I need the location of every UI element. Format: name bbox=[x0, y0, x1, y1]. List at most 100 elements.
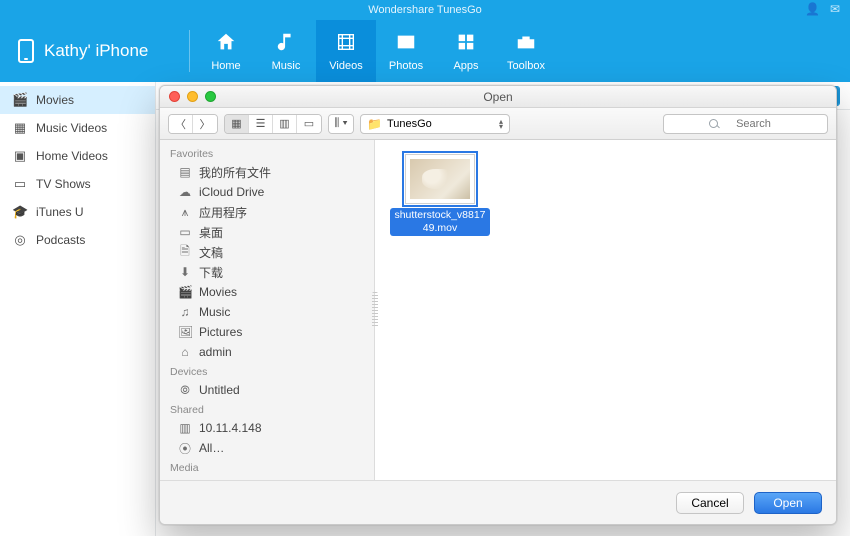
forward-button[interactable]: 〉 bbox=[193, 115, 217, 133]
account-icon[interactable]: 👤 bbox=[805, 2, 820, 16]
group-label: Devices bbox=[160, 362, 374, 380]
desktop-icon: ▭ bbox=[178, 225, 192, 239]
view-mode-segment: ▦ ☰ ▥ ▭ bbox=[224, 114, 322, 134]
fav-admin[interactable]: ⌂ admin bbox=[160, 342, 374, 362]
apps-icon bbox=[455, 31, 477, 57]
fav-downloads[interactable]: ⬇下载 bbox=[160, 262, 374, 282]
server-icon: ▥ bbox=[178, 421, 192, 435]
file-thumbnail bbox=[405, 154, 475, 204]
sidebar-item-label: Movies bbox=[36, 93, 74, 107]
open-file-dialog: Open 〈 〉 ▦ ☰ ▥ ▭ ⫼ ▾ 📁 TunesGo ▴▾ Favori… bbox=[159, 85, 837, 525]
home-icon bbox=[215, 31, 237, 57]
group-label: Shared bbox=[160, 400, 374, 418]
sidebar-item-label: Home Videos bbox=[36, 149, 108, 163]
shared-host[interactable]: ▥ 10.11.4.148 bbox=[160, 418, 374, 438]
category-sidebar: 🎬 Movies ▦ Music Videos ▣ Home Videos ▭ … bbox=[0, 82, 156, 536]
fav-music[interactable]: ♫Music bbox=[160, 302, 374, 322]
icon-view-button[interactable]: ▦ bbox=[225, 115, 249, 133]
column-view-button[interactable]: ▥ bbox=[273, 115, 297, 133]
dialog-sidebar: Favorites ▤我的所有文件 ☁iCloud Drive ⩚应用程序 ▭桌… bbox=[160, 140, 375, 480]
ds-label: 10.11.4.148 bbox=[199, 421, 262, 435]
window-close-button[interactable] bbox=[169, 91, 180, 102]
nav-back-forward: 〈 〉 bbox=[168, 114, 218, 134]
nav-toolbox[interactable]: Toolbox bbox=[496, 20, 556, 82]
file-item[interactable]: shutterstock_v881749.mov bbox=[390, 154, 490, 236]
fav-applications[interactable]: ⩚应用程序 bbox=[160, 202, 374, 222]
ds-label: admin bbox=[199, 345, 232, 359]
sidebar-item-tv-shows[interactable]: ▭ TV Shows bbox=[0, 170, 155, 198]
podcasts-icon: ◎ bbox=[12, 232, 28, 248]
app-titlebar: Wondershare TunesGo 👤 ✉ bbox=[0, 0, 850, 20]
feedback-icon[interactable]: ✉ bbox=[830, 2, 840, 16]
window-zoom-button[interactable] bbox=[205, 91, 216, 102]
cloud-icon: ☁ bbox=[178, 185, 192, 199]
ds-label: 文稿 bbox=[199, 244, 223, 261]
sidebar-item-music-videos[interactable]: ▦ Music Videos bbox=[0, 114, 155, 142]
path-dropdown[interactable]: 📁 TunesGo ▴▾ bbox=[360, 114, 510, 134]
network-icon: ⦿ bbox=[178, 440, 192, 457]
nav-label: Videos bbox=[329, 60, 362, 72]
device-name: Kathy' iPhone bbox=[44, 41, 148, 61]
nav-label: Photos bbox=[389, 60, 423, 72]
path-label: TunesGo bbox=[387, 118, 432, 130]
nav-photos[interactable]: Photos bbox=[376, 20, 436, 82]
nav-label: Home bbox=[211, 60, 240, 72]
device-untitled[interactable]: ⦾Untitled bbox=[160, 380, 374, 400]
home-folder-icon: ⌂ bbox=[178, 345, 192, 359]
fav-pictures[interactable]: 🖼 Pictures bbox=[160, 322, 374, 342]
group-label: Media bbox=[160, 458, 374, 476]
movies-icon: 🎬 bbox=[178, 285, 192, 299]
video-icon bbox=[335, 31, 357, 57]
sidebar-item-podcasts[interactable]: ◎ Podcasts bbox=[0, 226, 155, 254]
dialog-footer: Cancel Open bbox=[160, 480, 836, 524]
ds-label: Movies bbox=[199, 285, 237, 299]
dialog-search-input[interactable] bbox=[663, 114, 828, 134]
cancel-button[interactable]: Cancel bbox=[676, 492, 744, 514]
nav-label: Toolbox bbox=[507, 60, 545, 72]
pictures-icon: 🖼 bbox=[178, 325, 192, 339]
window-minimize-button[interactable] bbox=[187, 91, 198, 102]
device-selector[interactable]: Kathy' iPhone bbox=[18, 39, 183, 63]
sidebar-item-movies[interactable]: 🎬 Movies bbox=[0, 86, 155, 114]
file-browser-area[interactable]: shutterstock_v881749.mov bbox=[378, 140, 836, 480]
nav-videos[interactable]: Videos bbox=[316, 20, 376, 82]
ds-label: 我的所有文件 bbox=[199, 164, 271, 181]
fav-desktop[interactable]: ▭桌面 bbox=[160, 222, 374, 242]
tv-icon: ▭ bbox=[12, 176, 28, 192]
shared-all[interactable]: ⦿All… bbox=[160, 438, 374, 458]
nav-label: Music bbox=[272, 60, 301, 72]
photo-icon bbox=[395, 31, 417, 57]
main-toolbar: Kathy' iPhone Home Music Videos Photos A… bbox=[0, 20, 850, 82]
music-videos-icon: ▦ bbox=[12, 120, 28, 136]
music-icon bbox=[275, 31, 297, 57]
main-nav: Home Music Videos Photos Apps Toolbox bbox=[196, 20, 556, 82]
sidebar-item-itunes-u[interactable]: 🎓 iTunes U bbox=[0, 198, 155, 226]
fav-movies[interactable]: 🎬 Movies bbox=[160, 282, 374, 302]
coverflow-view-button[interactable]: ▭ bbox=[297, 115, 321, 133]
fav-all-my-files[interactable]: ▤ 我的所有文件 bbox=[160, 162, 374, 182]
downloads-icon: ⬇ bbox=[178, 265, 192, 279]
nav-home[interactable]: Home bbox=[196, 20, 256, 82]
movies-icon: 🎬 bbox=[12, 92, 28, 108]
nav-apps[interactable]: Apps bbox=[436, 20, 496, 82]
ds-label: 应用程序 bbox=[199, 204, 247, 221]
app-title: Wondershare TunesGo bbox=[368, 4, 482, 16]
all-files-icon: ▤ bbox=[178, 165, 192, 179]
folder-icon: 📁 bbox=[367, 117, 382, 131]
dialog-titlebar: Open bbox=[160, 86, 836, 108]
fav-documents[interactable]: 🗎文稿 bbox=[160, 242, 374, 262]
open-button[interactable]: Open bbox=[754, 492, 822, 514]
phone-icon bbox=[18, 39, 34, 63]
sidebar-item-home-videos[interactable]: ▣ Home Videos bbox=[0, 142, 155, 170]
ds-label: Music bbox=[199, 305, 230, 319]
nav-music[interactable]: Music bbox=[256, 20, 316, 82]
arrange-button[interactable]: ⫼ ▾ bbox=[329, 115, 353, 133]
ds-label: Pictures bbox=[199, 325, 242, 339]
fav-icloud[interactable]: ☁iCloud Drive bbox=[160, 182, 374, 202]
chevron-updown-icon: ▴▾ bbox=[499, 119, 503, 129]
back-button[interactable]: 〈 bbox=[169, 115, 193, 133]
itunesu-icon: 🎓 bbox=[12, 204, 28, 220]
ds-label: Untitled bbox=[199, 383, 240, 397]
toolbox-icon bbox=[515, 31, 537, 57]
list-view-button[interactable]: ☰ bbox=[249, 115, 273, 133]
